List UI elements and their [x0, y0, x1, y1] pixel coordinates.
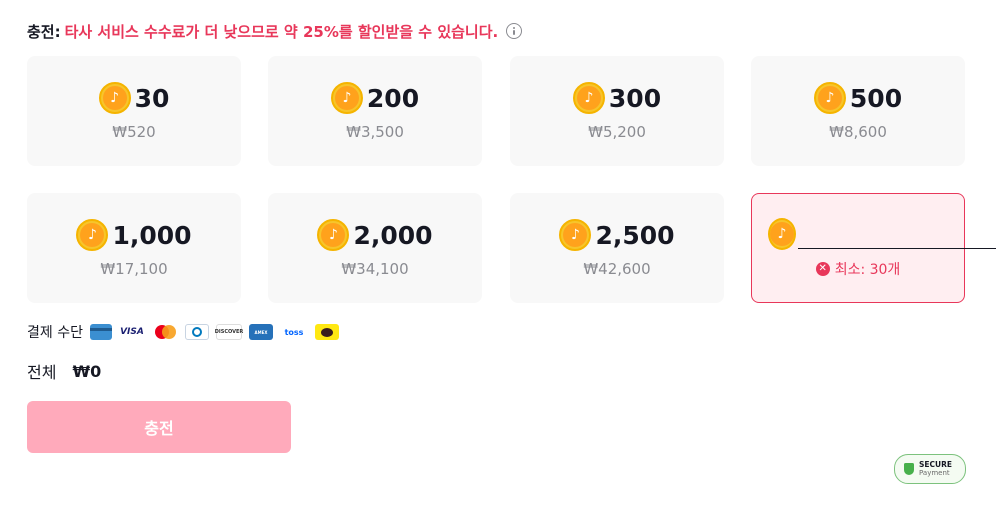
coin-icon: ♪	[76, 219, 109, 251]
custom-amount-input[interactable]	[798, 219, 996, 249]
custom-amount-card[interactable]: ♪ ✕ 최소: 30개	[751, 193, 996, 303]
coin-icon: ♪	[330, 82, 363, 114]
coin-icon: ♪	[768, 218, 796, 250]
coin-icon: ♪	[98, 82, 131, 114]
payment-label: 결제 수단	[27, 325, 83, 341]
coin-amount: 30	[134, 83, 170, 113]
minimum-text: 최소: 30개	[834, 262, 901, 278]
charge-button[interactable]: 충전	[27, 401, 291, 453]
shield-icon	[904, 463, 914, 475]
diners-club-icon	[184, 324, 209, 340]
coin-amount: 200	[366, 83, 420, 113]
coin-package-300[interactable]: ♪ 300 ₩5,200	[510, 56, 724, 166]
coin-amount: 500	[849, 83, 903, 113]
coin-amount: 300	[608, 83, 662, 113]
minimum-error: ✕ 최소: 30개	[815, 259, 901, 279]
coin-amount: 2,500	[595, 220, 675, 250]
coin-icon: ♪	[317, 219, 350, 251]
coin-price: ₩42,600	[583, 260, 651, 278]
amex-icon: AMEX	[248, 324, 273, 340]
payment-methods-row: 결제 수단 VISA DISCOVER AMEX toss	[27, 321, 346, 343]
coin-amount: 2,000	[353, 220, 433, 250]
coin-price: ₩520	[112, 123, 156, 141]
total-label: 전체	[27, 363, 57, 382]
mastercard-icon	[152, 324, 178, 340]
secure-text: SECURE	[919, 460, 953, 470]
toss-icon: toss	[284, 327, 304, 337]
coin-package-1000[interactable]: ♪ 1,000 ₩17,100	[27, 193, 241, 303]
coin-price: ₩34,100	[341, 260, 409, 278]
recharge-label: 충전:	[27, 22, 61, 41]
credit-card-icon	[89, 324, 112, 340]
info-icon[interactable]	[506, 23, 523, 39]
secure-payment-badge: SECURE Payment	[894, 454, 966, 484]
error-icon: ✕	[815, 262, 830, 276]
coin-price: ₩3,500	[346, 123, 404, 141]
coin-icon: ♪	[559, 219, 592, 251]
total-value: ₩0	[72, 361, 102, 381]
coin-price: ₩8,600	[829, 123, 887, 141]
coin-amount: 1,000	[112, 220, 192, 250]
discover-icon: DISCOVER	[215, 324, 243, 340]
kakaopay-icon	[314, 324, 339, 340]
visa-icon: VISA	[120, 327, 144, 337]
coin-package-2000[interactable]: ♪ 2,000 ₩34,100	[268, 193, 482, 303]
coin-icon: ♪	[572, 82, 605, 114]
coin-package-2500[interactable]: ♪ 2,500 ₩42,600	[510, 193, 724, 303]
coin-price: ₩17,100	[100, 260, 168, 278]
coin-price: ₩5,200	[588, 123, 646, 141]
discount-promo-text: 타사 서비스 수수료가 더 낮으므로 약 25%를 할인받을 수 있습니다.	[64, 22, 499, 41]
coin-package-200[interactable]: ♪ 200 ₩3,500	[268, 56, 482, 166]
payment-text: Payment	[919, 468, 950, 477]
coin-package-30[interactable]: ♪ 30 ₩520	[27, 56, 241, 166]
recharge-header: 충전: 타사 서비스 수수료가 더 낮으므로 약 25%를 할인받을 수 있습니…	[27, 20, 523, 42]
coin-icon: ♪	[813, 82, 846, 114]
coin-package-500[interactable]: ♪ 500 ₩8,600	[751, 56, 965, 166]
total-row: 전체 ₩0	[27, 360, 102, 383]
